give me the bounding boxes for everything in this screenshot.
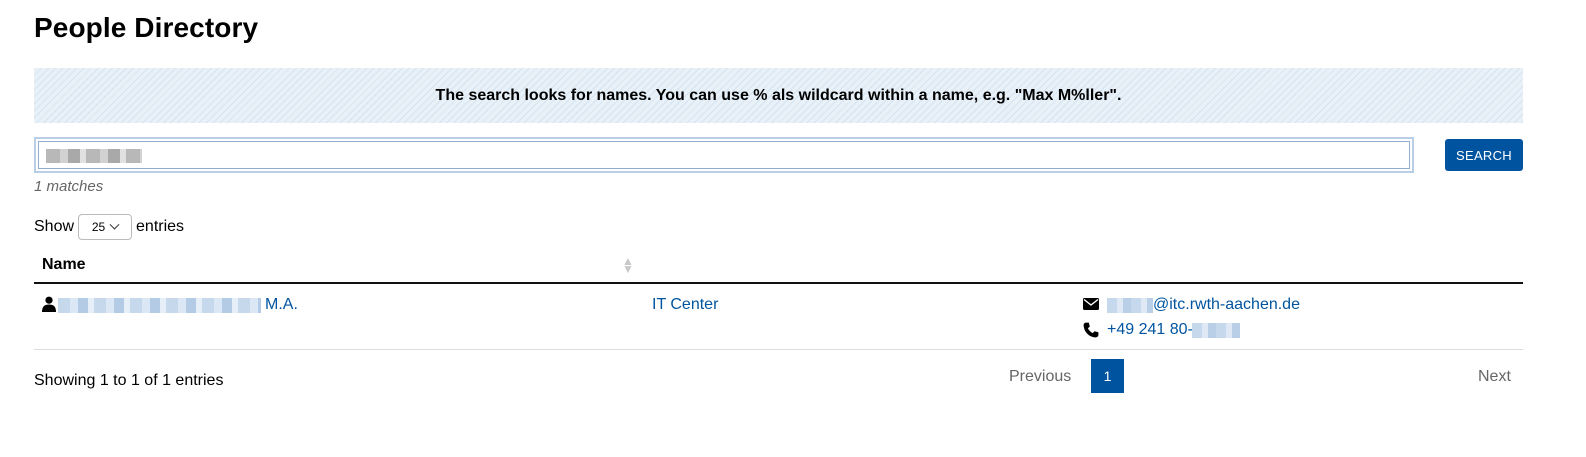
entries-per-page-select[interactable]: 25 [78,214,133,240]
entries-per-page-value: 25 [91,220,106,234]
search-hint-text: The search looks for names. You can use … [435,86,1122,104]
search-input[interactable] [38,141,1410,169]
column-header-name[interactable]: Name [42,256,86,274]
entries-length-control: Show 25 entries [34,213,184,241]
person-name-link[interactable]: M.A. [265,296,298,314]
table-row: M.A. IT Center @itc.rwth-aachen.de +49 2… [34,286,1523,350]
entries-label: entries [136,218,185,235]
search-field-wrapper [34,137,1414,173]
search-hint-notice: The search looks for names. You can use … [34,68,1523,123]
email-link[interactable]: @itc.rwth-aachen.de [1153,296,1300,314]
envelope-icon [1083,298,1099,310]
next-page-button[interactable]: Next [1478,368,1511,386]
sort-icon[interactable]: ▲ ▼ [622,255,634,275]
page-1-button[interactable]: 1 [1091,359,1124,393]
show-label: Show [34,218,75,235]
table-info: Showing 1 to 1 of 1 entries [34,372,224,389]
redacted-email-user[interactable] [1107,298,1153,313]
people-directory-page: People Directory The search looks for na… [34,0,1523,457]
table-header: Name ▲ ▼ [34,249,1523,284]
phone-icon [1083,322,1099,338]
redacted-phone-extension[interactable] [1192,323,1240,338]
chevron-down-icon [109,219,120,230]
redacted-person-name[interactable] [58,298,261,313]
department-link[interactable]: IT Center [652,296,718,314]
page-title: People Directory [34,12,259,43]
previous-page-button[interactable]: Previous [1009,368,1071,386]
person-icon [42,296,56,312]
phone-link[interactable]: +49 241 80- [1107,321,1193,339]
search-button[interactable]: SEARCH [1445,139,1523,171]
matches-count: 1 matches [34,178,104,195]
